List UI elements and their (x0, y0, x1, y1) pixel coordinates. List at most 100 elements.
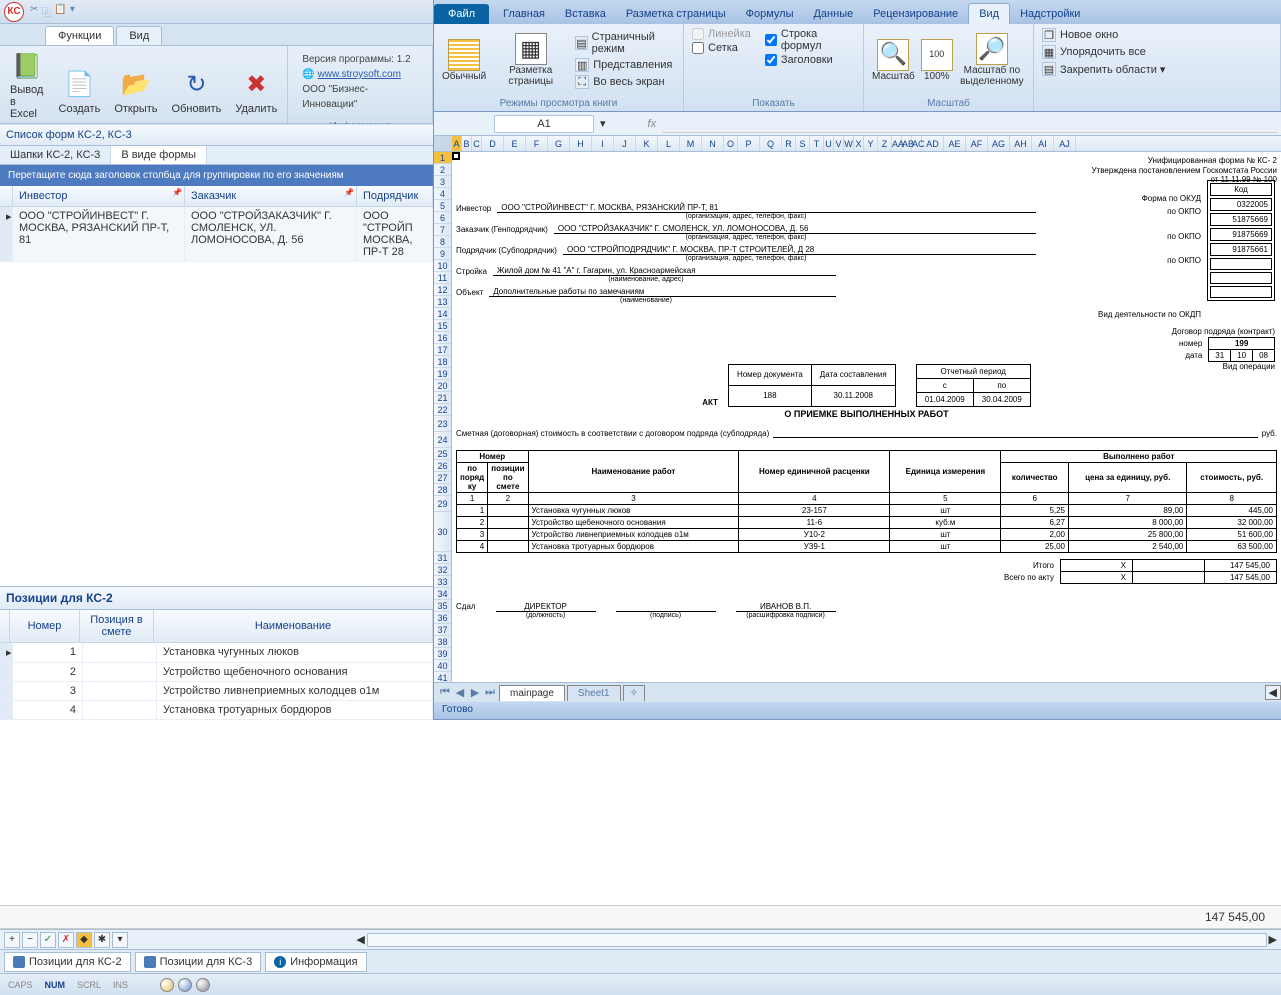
list-item[interactable]: ▸1Установка чугунных люков (0, 643, 433, 663)
sheet-nav-prev[interactable]: ◀ (453, 686, 467, 699)
freeze-icon: ▤ (1042, 62, 1056, 76)
status-ball-2[interactable] (178, 978, 192, 992)
col-contractor[interactable]: Подрядчик (357, 186, 433, 206)
tab-view[interactable]: Вид (116, 26, 162, 45)
new-window-button[interactable]: ❐Новое окно (1042, 27, 1118, 43)
zoom-100-button[interactable]: 100100% (921, 39, 953, 82)
tab-addins[interactable]: Надстройки (1010, 4, 1090, 24)
status-bar: CAPS NUM SCRL INS (0, 973, 1281, 995)
sheet-nav-first[interactable]: ⏮ (438, 686, 452, 699)
column-headers[interactable]: ABCDEFGHIJKLMNOPQRSTUVWXYZAAABACADAEAFAG… (434, 136, 1281, 152)
filter-button[interactable]: ▾ (112, 932, 128, 948)
paste-icon[interactable]: 📋 (54, 4, 66, 19)
hscrollbar[interactable] (367, 933, 1267, 947)
blank-area (0, 720, 1281, 905)
gridlines-checkbox[interactable]: Сетка (692, 41, 751, 55)
views-icon: ▥ (575, 58, 589, 72)
bottom-tab-ks2[interactable]: Позиции для КС-2 (4, 952, 131, 972)
tab-insert[interactable]: Вставка (555, 4, 616, 24)
tab-file[interactable]: Файл (434, 4, 489, 24)
sheet-add-button[interactable]: ✧ (623, 685, 645, 701)
page-layout-button[interactable]: ▦Разметка страницы (492, 33, 569, 87)
normal-view-button[interactable]: Обычный (442, 39, 486, 82)
zoom-button[interactable]: 🔍Масштаб (872, 39, 915, 82)
fullscreen-icon: ⛶ (575, 75, 589, 89)
pagebreak-icon: ▤ (575, 36, 587, 50)
site-link[interactable]: www.stroysoft.com (318, 69, 401, 80)
codes-table: Код 0322005 51875669 91875669 91875661 (1207, 180, 1275, 301)
open-button[interactable]: 📂Открыть (110, 67, 161, 117)
sheet-nav-next[interactable]: ▶ (468, 686, 482, 699)
col-name[interactable]: Наименование (154, 610, 433, 642)
list-item[interactable]: 3Устройство ливнеприемных колодцев o1м (0, 682, 433, 701)
bottom-tab-ks3[interactable]: Позиции для КС-3 (135, 952, 262, 972)
list-icon (144, 956, 156, 968)
arrange-button[interactable]: ▦Упорядочить все (1042, 44, 1146, 60)
formula-bar-checkbox[interactable]: Строка формул (765, 27, 855, 53)
status-ball-3[interactable] (196, 978, 210, 992)
subtab-headers[interactable]: Шапки КС-2, КС-3 (0, 146, 111, 164)
window-icon: ❐ (1042, 28, 1056, 42)
scrl-indicator: SCRL (77, 980, 101, 990)
tab-home[interactable]: Главная (493, 4, 555, 24)
tab-review[interactable]: Рецензирование (863, 4, 968, 24)
col-number[interactable]: Номер (10, 610, 80, 642)
table-row[interactable]: ▸ ООО "СТРОЙИНВЕСТ" Г. МОСКВА, РЯЗАНСКИЙ… (0, 207, 433, 262)
positions-grid[interactable]: Номер Позиция в смете Наименование ▸1Уст… (0, 610, 433, 720)
group-show: Показать (684, 96, 863, 111)
divider-icon: ▾ (70, 4, 75, 19)
hscroll-left-icon[interactable]: ◀ (1265, 685, 1281, 700)
zoom-selection-button[interactable]: 🔎Масштаб по выделенному (959, 33, 1025, 87)
freeze-panes-button[interactable]: ▤Закрепить области ▾ (1042, 61, 1165, 77)
fullscreen-button[interactable]: ⛶Во весь экран (575, 74, 675, 90)
name-dropdown-icon[interactable]: ▾ (600, 117, 606, 130)
fx-icon[interactable]: fx (648, 118, 657, 130)
scissors-icon[interactable]: ✂ (30, 4, 38, 19)
zoom-icon: 🔍 (877, 39, 909, 71)
headings-checkbox[interactable]: Заголовки (765, 53, 855, 67)
star-button[interactable]: ✱ (94, 932, 110, 948)
tab-page-layout[interactable]: Разметка страницы (616, 4, 736, 24)
sheet-nav-last[interactable]: ⏭ (483, 686, 497, 699)
page-break-button[interactable]: ▤Страничный режим (575, 30, 675, 56)
refresh-button[interactable]: ↻Обновить (168, 67, 226, 117)
name-box[interactable]: A1 (494, 115, 594, 133)
tool-row: + − ✓ ✗ ◆ ✱ ▾ ◀ ▶ (0, 929, 1281, 949)
custom-views-button[interactable]: ▥Представления (575, 57, 675, 73)
list-item[interactable]: 2Устройство щебеночного основания (0, 663, 433, 682)
cancel-button[interactable]: ✗ (58, 932, 74, 948)
col-position[interactable]: Позиция в смете (80, 610, 154, 642)
check-button[interactable]: ✓ (40, 932, 56, 948)
hscroll-right[interactable]: ▶ (1269, 933, 1277, 946)
group-by-hint[interactable]: Перетащите сюда заголовок столбца для гр… (0, 165, 433, 186)
create-button[interactable]: 📄Создать (55, 67, 105, 117)
collapse-button[interactable]: − (22, 932, 38, 948)
col-investor[interactable]: Инвестор📌 (13, 186, 185, 206)
sheet-tab-mainpage[interactable]: mainpage (499, 685, 565, 701)
positions-title: Позиции для КС-2 (0, 586, 433, 610)
subtab-form-view[interactable]: В виде формы (111, 146, 207, 164)
bottom-tab-info[interactable]: iИнформация (265, 952, 366, 972)
sum-display: 147 545,00 (0, 905, 1281, 929)
diamond-button[interactable]: ◆ (76, 932, 92, 948)
list-item[interactable]: 4Установка тротуарных бордюров (0, 701, 433, 720)
formula-bar[interactable] (662, 115, 1277, 133)
col-customer[interactable]: Заказчик📌 (185, 186, 357, 206)
delete-button[interactable]: ✖Удалить (231, 67, 281, 117)
sheet-tab-sheet1[interactable]: Sheet1 (567, 685, 621, 701)
expand-button[interactable]: + (4, 932, 20, 948)
app-logo-icon: КС (4, 2, 24, 22)
tab-view-excel[interactable]: Вид (968, 3, 1010, 24)
tab-formulas[interactable]: Формулы (736, 4, 804, 24)
group-zoom: Масштаб (864, 96, 1033, 111)
forms-grid[interactable]: Инвестор📌 Заказчик📌 Подрядчик ▸ ООО "СТР… (0, 186, 433, 262)
excel-status-bar: Готово (434, 702, 1281, 720)
copy-icon[interactable]: ⿻ (41, 4, 51, 19)
tab-functions[interactable]: Функции (45, 26, 114, 45)
row-headers[interactable]: 1234567891011121314151617181920212223242… (434, 152, 452, 702)
ruler-checkbox[interactable]: Линейка (692, 27, 751, 41)
status-ball-1[interactable] (160, 978, 174, 992)
tab-data[interactable]: Данные (803, 4, 863, 24)
export-excel-button[interactable]: 📗Вывод в Excel ▾ (6, 48, 49, 135)
hscroll-left[interactable]: ◀ (356, 933, 364, 946)
